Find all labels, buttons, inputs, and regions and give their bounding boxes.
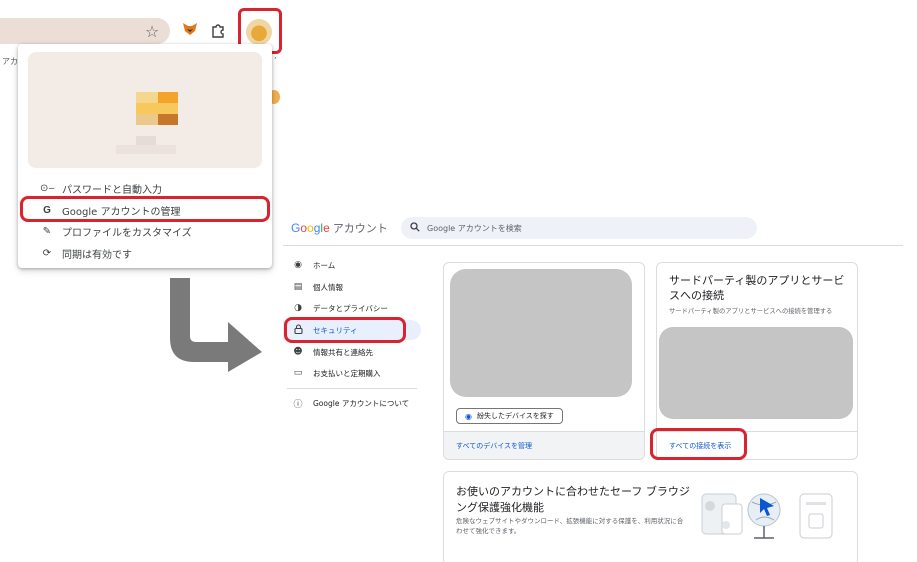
devices-card: ◉ 紛失したデバイスを探す すべてのデバイスを管理 bbox=[443, 262, 645, 460]
pixelated-avatar bbox=[158, 92, 178, 103]
safe-browsing-card[interactable]: お使いのアカウントに合わせたセーフ ブラウジング保護強化機能 危険なウェブサイト… bbox=[443, 471, 858, 562]
nav-item-home[interactable]: ◉ ホーム bbox=[283, 255, 421, 275]
pixelated-avatar bbox=[136, 103, 178, 114]
flow-arrow-icon bbox=[170, 278, 262, 372]
menu-item-sync[interactable]: ⟳ 同期は有効です bbox=[26, 243, 266, 263]
nav-item-sharing[interactable]: ☻ 情報共有と連絡先 bbox=[283, 342, 421, 362]
personal-info-icon: ▤ bbox=[293, 282, 303, 292]
view-all-connections-highlight bbox=[650, 428, 747, 460]
home-icon: ◉ bbox=[294, 260, 302, 270]
manage-all-devices-link[interactable]: すべてのデバイスを管理 bbox=[444, 431, 644, 459]
key-icon: ⊙‒ bbox=[40, 182, 55, 194]
nav-divider bbox=[287, 388, 417, 389]
profile-card-blurred bbox=[28, 52, 262, 168]
bookmark-item[interactable]: ’ bbox=[274, 56, 277, 65]
menu-item-passwords[interactable]: ⊙‒ パスワードと自動入力 bbox=[26, 178, 266, 198]
nav-item-payments[interactable]: ▭ お支払いと定期購入 bbox=[283, 363, 421, 383]
button-label: 紛失したデバイスを探す bbox=[476, 412, 554, 420]
nav-item-data-privacy[interactable]: ◑ データとプライバシー bbox=[283, 298, 421, 318]
metamask-fox-icon[interactable] bbox=[180, 22, 200, 42]
menu-item-label: パスワードと自動入力 bbox=[62, 184, 162, 196]
location-target-icon: ◉ bbox=[465, 411, 472, 421]
search-icon bbox=[410, 221, 420, 235]
menu-item-label: 同期は有効です bbox=[62, 249, 132, 261]
info-icon: ⓘ bbox=[293, 399, 303, 410]
toggle-icon: ◑ bbox=[294, 303, 302, 313]
pixelated-name bbox=[116, 145, 176, 154]
find-lost-device-button[interactable]: ◉ 紛失したデバイスを探す bbox=[456, 408, 563, 424]
security-nav-highlight bbox=[284, 317, 406, 343]
profile-menu: ⊙‒ パスワードと自動入力 G Google アカウントの管理 ✎ プロファイル… bbox=[18, 44, 272, 268]
pixelated-avatar bbox=[158, 114, 178, 125]
card-description: 危険なウェブサイトやダウンロード、拡張機能に対する保護を、利用状況に合わせて強化… bbox=[456, 517, 684, 535]
menu-item-customize-profile[interactable]: ✎ プロファイルをカスタマイズ bbox=[26, 221, 266, 241]
menu-item-label: プロファイルをカスタマイズ bbox=[62, 227, 192, 239]
pixelated-avatar bbox=[136, 114, 158, 125]
card-description: サードパーティ製のアプリとサービスへの接続を管理する bbox=[669, 308, 833, 315]
people-icon: ☻ bbox=[293, 347, 303, 357]
account-header: Google アカウント Google アカウントを検索 bbox=[283, 208, 903, 246]
pixelated-name bbox=[136, 136, 156, 145]
google-account-logo[interactable]: Google アカウント bbox=[291, 220, 388, 236]
nav-item-label: データとプライバシー bbox=[313, 303, 388, 313]
google-account-page: Google アカウント Google アカウントを検索 ◉ ホーム ▤ 個人情報… bbox=[283, 208, 917, 562]
puzzle-extension-icon[interactable] bbox=[208, 22, 228, 42]
pencil-icon: ✎ bbox=[42, 225, 52, 237]
link-label: すべてのデバイスを管理 bbox=[456, 441, 533, 450]
card-title: お使いのアカウントに合わせたセーフ ブラウジング保護強化機能 bbox=[456, 485, 690, 514]
nav-item-label: 個人情報 bbox=[313, 282, 343, 292]
card-title: サードパーティ製のアプリとサービスへの接続 bbox=[669, 274, 845, 302]
pixelated-avatar bbox=[136, 92, 158, 103]
search-placeholder: Google アカウントを検索 bbox=[427, 223, 522, 233]
sync-icon: ⟳ bbox=[42, 247, 52, 259]
safe-browsing-illustration bbox=[701, 493, 833, 539]
credit-card-icon: ▭ bbox=[293, 368, 303, 378]
redacted-content bbox=[450, 269, 632, 397]
nav-item-label: Google アカウントについて bbox=[313, 398, 410, 408]
star-icon[interactable]: ☆ bbox=[142, 22, 162, 42]
manage-account-highlight bbox=[20, 196, 270, 222]
nav-item-label: 情報共有と連絡先 bbox=[313, 347, 373, 357]
nav-item-label: お支払いと定期購入 bbox=[313, 368, 381, 378]
nav-item-about[interactable]: ⓘ Google アカウントについて bbox=[283, 393, 421, 413]
account-search-input[interactable]: Google アカウントを検索 bbox=[401, 217, 757, 239]
nav-item-personal-info[interactable]: ▤ 個人情報 bbox=[283, 277, 421, 297]
redacted-content bbox=[659, 327, 853, 419]
nav-item-label: ホーム bbox=[313, 260, 336, 270]
